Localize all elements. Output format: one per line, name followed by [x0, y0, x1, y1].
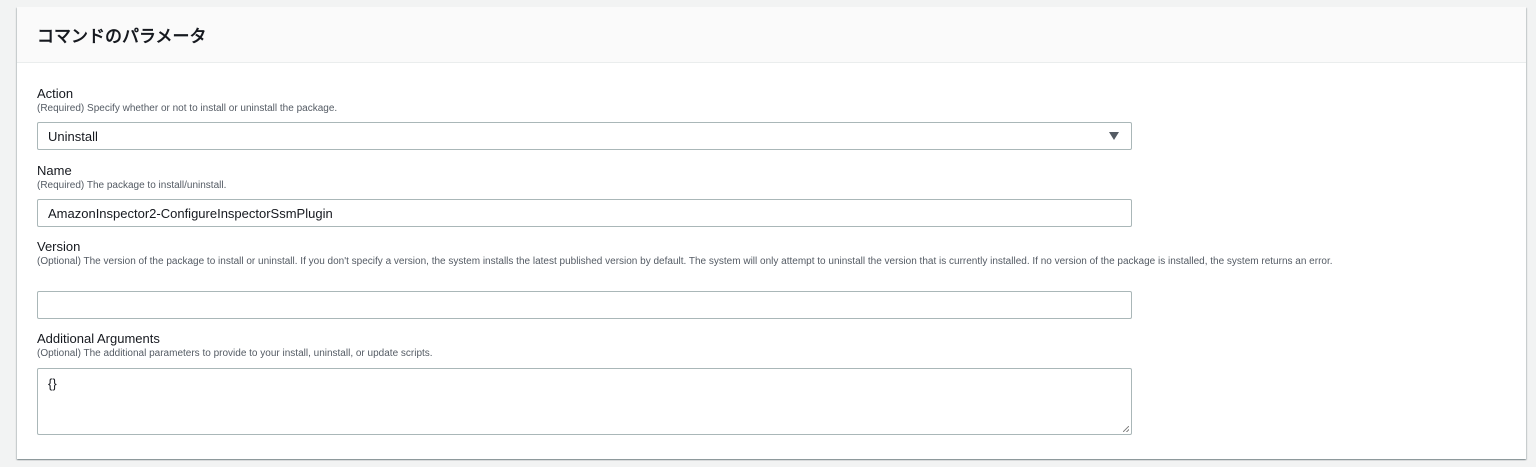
- additional-arguments-value: {}: [48, 376, 57, 391]
- resize-handle-icon[interactable]: [1123, 426, 1129, 432]
- panel-title: コマンドのパラメータ: [37, 27, 207, 46]
- version-label: Version: [37, 239, 81, 254]
- action-label: Action: [37, 86, 74, 101]
- panel-header: コマンドのパラメータ: [17, 7, 1526, 63]
- action-field: Action (Required) Specify whether or not…: [37, 86, 1507, 116]
- name-field: Name (Required) The package to install/u…: [37, 163, 1507, 193]
- additional-arguments-textarea[interactable]: {}: [37, 368, 1132, 435]
- additional-arguments-description: (Optional) The additional parameters to …: [37, 348, 433, 359]
- caret-down-icon: [1109, 132, 1119, 140]
- version-field: Version (Optional) The version of the pa…: [37, 239, 1507, 269]
- name-description: (Required) The package to install/uninst…: [37, 180, 227, 191]
- name-value: AmazonInspector2-ConfigureInspectorSsmPl…: [48, 205, 333, 221]
- action-description: (Required) Specify whether or not to ins…: [37, 103, 338, 114]
- action-value: Uninstall: [48, 128, 98, 144]
- command-parameters-panel: コマンドのパラメータ Action (Required) Specify whe…: [17, 7, 1526, 459]
- action-select[interactable]: Uninstall: [37, 122, 1132, 150]
- name-input[interactable]: AmazonInspector2-ConfigureInspectorSsmPl…: [37, 199, 1132, 227]
- additional-arguments-field: Additional Arguments (Optional) The addi…: [37, 331, 1507, 361]
- additional-arguments-label: Additional Arguments: [37, 331, 160, 346]
- version-input[interactable]: [37, 291, 1132, 319]
- name-label: Name: [37, 163, 72, 178]
- version-description: (Optional) The version of the package to…: [37, 256, 1333, 267]
